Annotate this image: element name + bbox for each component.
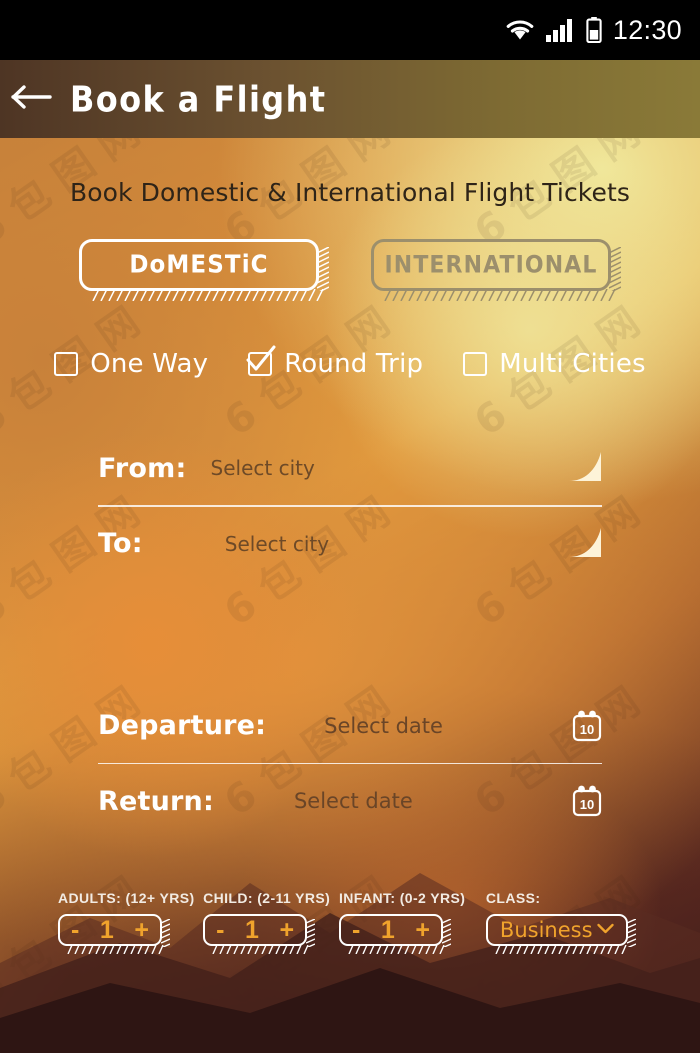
dropdown-shade-right [626, 919, 636, 947]
passenger-infant-label: INFANT: (0-2 YRS) [338, 890, 466, 906]
flight-type-tabs: DoMESTiC INTERNATIONAL [0, 239, 700, 301]
chevron-down-icon[interactable] [597, 921, 614, 939]
stepper-adults[interactable]: - 1 + [58, 914, 170, 954]
back-button[interactable] [0, 60, 64, 138]
tab-international[interactable]: INTERNATIONAL [371, 239, 621, 301]
battery-icon [586, 17, 602, 43]
swoosh-icon[interactable] [568, 527, 602, 561]
field-departure-value: Select date [324, 713, 443, 738]
stepper-shade-right [161, 919, 170, 947]
passenger-group-child: CHILD: (2-11 YRS) - 1 + [203, 890, 339, 954]
tab-international-label: INTERNATIONAL [384, 251, 598, 279]
status-bar-clock: 12:30 [612, 14, 682, 45]
class-dropdown[interactable]: Business [485, 914, 636, 954]
adults-count-value: 1 [99, 915, 114, 944]
page-subtitle: Book Domestic & International Flight Tic… [70, 178, 630, 207]
trip-option-one-way[interactable]: One Way [54, 349, 208, 379]
trip-type-options: One Way Round Trip Multi Cities [0, 345, 700, 379]
stepper-child[interactable]: - 1 + [203, 914, 316, 954]
passenger-child-label: CHILD: (2-11 YRS) [203, 890, 331, 906]
trip-option-multi-cities[interactable]: Multi Cities [463, 349, 646, 379]
infant-decrement-button[interactable]: - [352, 917, 360, 943]
status-bar: 12:30 [0, 0, 700, 60]
page-title: Book a Flight [70, 77, 327, 121]
calendar-icon[interactable]: 10 [572, 785, 602, 817]
class-label: CLASS: [485, 890, 541, 906]
adults-increment-button[interactable]: + [134, 917, 149, 943]
field-return-value: Select date [293, 789, 413, 814]
field-to-label: To: [98, 528, 143, 560]
field-to[interactable]: To: Select city [98, 507, 602, 581]
infant-count-value: 1 [380, 915, 395, 944]
stepper-shade-bottom [348, 945, 445, 954]
passenger-adults-label: ADULTS: (12+ YRS) [58, 890, 195, 906]
trip-option-round-trip-label: Round Trip [284, 349, 424, 379]
field-from-value: Select city [210, 456, 315, 480]
stepper-shade-bottom [67, 945, 164, 954]
stepper-shade-right [306, 919, 316, 947]
field-departure-label: Departure: [98, 710, 267, 742]
date-fields: Departure: Select date 10 Return: Select… [0, 689, 700, 839]
checkbox-unchecked-icon[interactable] [54, 352, 79, 376]
checkbox-unchecked-icon[interactable] [463, 352, 488, 376]
child-increment-button[interactable]: + [279, 917, 294, 943]
stepper-infant[interactable]: - 1 + [338, 914, 451, 954]
field-from-label: From: [98, 452, 187, 484]
stepper-shade-bottom [212, 945, 309, 954]
child-decrement-button[interactable]: - [216, 917, 224, 943]
passenger-group-adults: ADULTS: (12+ YRS) - 1 + [58, 890, 203, 954]
adults-decrement-button[interactable]: - [71, 917, 79, 943]
field-return[interactable]: Return: Select date 10 [98, 764, 602, 838]
passenger-group-infant: INFANT: (0-2 YRS) - 1 + [338, 890, 486, 954]
app-header: Book a Flight [0, 60, 700, 138]
class-group: CLASS: Business [485, 890, 642, 954]
calendar-icon[interactable]: 10 [572, 710, 602, 742]
trip-option-round-trip[interactable]: Round Trip [246, 345, 424, 379]
checkbox-checked-icon[interactable] [246, 345, 276, 376]
class-dropdown-value: Business [499, 918, 593, 942]
route-fields: From: Select city To: Select city [0, 431, 700, 581]
dropdown-shade-bottom [495, 945, 627, 954]
tab-domestic-label: DoMESTiC [129, 250, 269, 280]
stepper-shade-right [441, 919, 451, 947]
passenger-selectors: ADULTS: (12+ YRS) - 1 + CHILD: (2-11 YRS… [0, 890, 700, 954]
child-count-value: 1 [244, 915, 259, 944]
app-root: 6 包 图 网6 包 图 网6 包 图 网6 包 图 网6 包 图 网6 包 图… [0, 0, 700, 1053]
calendar-icon-day: 10 [580, 797, 594, 812]
trip-option-multi-cities-label: Multi Cities [499, 349, 646, 379]
tab-domestic[interactable]: DoMESTiC [79, 239, 329, 301]
infant-increment-button[interactable]: + [415, 917, 430, 943]
field-from[interactable]: From: Select city [98, 431, 602, 505]
wifi-icon [505, 18, 535, 42]
calendar-icon-day: 10 [580, 722, 594, 737]
signal-icon [545, 18, 575, 42]
field-return-label: Return: [98, 785, 214, 817]
main-content: Book Domestic & International Flight Tic… [0, 138, 700, 838]
field-to-value: Select city [224, 531, 330, 556]
back-arrow-icon [11, 84, 53, 115]
swoosh-icon[interactable] [568, 451, 602, 485]
field-departure[interactable]: Departure: Select date 10 [98, 689, 602, 763]
trip-option-one-way-label: One Way [90, 349, 209, 379]
